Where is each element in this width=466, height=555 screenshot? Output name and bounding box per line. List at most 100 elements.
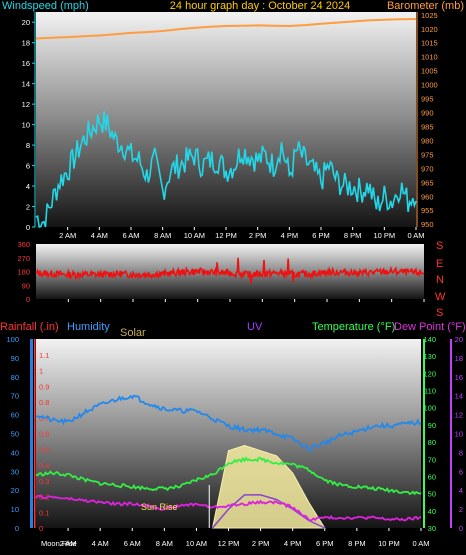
x-tick-label-bottom: 12 PM: [218, 539, 240, 548]
temperature-axis-bar: [423, 339, 425, 528]
rainfall-tick-label: 0.5: [39, 445, 49, 454]
weather-graph: Windspeed (mph) 24 hour graph day : Octo…: [0, 0, 466, 548]
wind-tick-label: 2: [26, 203, 30, 212]
barometer-tick-label: 990: [421, 109, 434, 118]
x-tick-label-top: 6 AM: [122, 231, 139, 240]
rainfall-tick-label: 0.3: [39, 477, 49, 486]
x-tick-label-top: 0 AM: [407, 231, 424, 240]
rainfall-tick-label: 1.1: [39, 351, 49, 360]
x-tick-label-bottom: 6 AM: [124, 539, 141, 548]
sun-rise-label: Sun Rise: [141, 502, 178, 512]
compass-w: W: [435, 291, 446, 303]
x-tick-label-bottom: 0 AM: [412, 539, 429, 548]
compass-n: N: [436, 274, 444, 286]
temperature-tick-label: 60: [428, 472, 436, 481]
x-tick-label-top: 10 AM: [184, 231, 205, 240]
temperature-tick-label: 130: [423, 352, 436, 361]
windspeed-label: Windspeed (mph): [2, 0, 89, 12]
barometer-tick-label: 965: [421, 178, 434, 187]
wind-tick-label: 10: [22, 121, 30, 130]
x-tick-label-top: 10 PM: [373, 231, 395, 240]
barometer-tick-label: 1025: [421, 11, 438, 20]
rainfall-tick-label: 0.8: [39, 398, 49, 407]
temperature-tick-label: 120: [423, 369, 436, 378]
rainfall-tick-label: 0.4: [39, 461, 49, 470]
barometer-tick-label: 960: [421, 192, 434, 201]
x-tick-label-top: 8 PM: [344, 231, 362, 240]
x-tick-label-top: 8 AM: [154, 231, 171, 240]
x-tick-label-bottom: 4 AM: [92, 539, 109, 548]
temperature-tick-label: 70: [428, 455, 436, 464]
wind-plot-area: [36, 12, 416, 227]
solar-label: Solar: [120, 327, 146, 339]
temperature-tick-label: 80: [428, 438, 436, 447]
rainfall-tick-label: 0.6: [39, 430, 49, 439]
uv-tick-label: 2: [459, 505, 463, 514]
humidity-tick-label: 60: [11, 411, 19, 420]
dewpoint-label: Dew Point (°F): [394, 321, 466, 333]
direction-tick-label: 180: [17, 268, 30, 277]
humidity-tick-label: 80: [11, 373, 19, 382]
x-tick-label-bottom: 8 PM: [348, 539, 366, 548]
temperature-tick-label: 40: [428, 507, 436, 516]
uv-tick-label: 10: [455, 430, 463, 439]
barometer-tick-label: 1010: [421, 53, 438, 62]
uv-tick-label: 18: [455, 354, 463, 363]
humidity-tick-label: 70: [11, 392, 19, 401]
x-tick-label-bottom: 10 AM: [186, 539, 207, 548]
barometer-tick-label: 985: [421, 122, 434, 131]
x-tick-label-bottom: 4 PM: [284, 539, 302, 548]
uv-tick-label: 12: [455, 411, 463, 420]
rainfall-axis-bar: [34, 339, 36, 528]
x-tick-label-bottom: 10 PM: [378, 539, 400, 548]
wind-tick-label: 20: [22, 18, 30, 27]
direction-tick-label: 270: [17, 254, 30, 263]
barometer-tick-label: 995: [421, 95, 434, 104]
uv-tick-label: 0: [459, 524, 463, 533]
direction-tick-label: 0: [26, 295, 30, 304]
temperature-tick-label: 110: [424, 387, 436, 396]
rainfall-tick-label: 0: [39, 524, 43, 533]
barometer-tick-label: 975: [421, 150, 434, 159]
barometer-tick-label: 970: [421, 164, 434, 173]
compass-s-top: S: [436, 240, 443, 252]
x-tick-label-bottom: 8 AM: [156, 539, 173, 548]
uv-tick-label: 14: [455, 392, 463, 401]
barometer-tick-label: 980: [421, 136, 434, 145]
humidity-tick-label: 100: [6, 335, 19, 344]
wind-tick-label: 8: [26, 141, 30, 150]
temperature-label: Temperature (°F): [312, 321, 395, 333]
uv-tick-label: 4: [459, 486, 463, 495]
temperature-tick-label: 30: [428, 524, 436, 533]
humidity-label: Humidity: [67, 321, 110, 333]
graph-title: 24 hour graph day : October 24 2024: [170, 0, 350, 12]
barometer-tick-label: 950: [421, 220, 434, 229]
x-tick-label-top: 12 PM: [215, 231, 237, 240]
temperature-tick-label: 140: [423, 335, 436, 344]
humidity-tick-label: 40: [11, 448, 19, 457]
uv-label: UV: [247, 321, 263, 333]
barometer-tick-label: 1005: [421, 67, 438, 76]
uv-axis-bar: [450, 339, 452, 528]
x-tick-label-top: 6 PM: [312, 231, 330, 240]
x-tick-label-top: 4 AM: [91, 231, 108, 240]
rainfall-tick-label: 1: [39, 367, 43, 376]
x-tick-label-bottom: 6 PM: [316, 539, 334, 548]
wind-tick-label: 6: [26, 162, 30, 171]
humidity-tick-label: 50: [11, 430, 19, 439]
barometer-tick-label: 955: [421, 206, 434, 215]
x-tick-label-top: 2 PM: [249, 231, 267, 240]
x-tick-label-top: 4 PM: [281, 231, 299, 240]
uv-tick-label: 16: [455, 373, 463, 382]
compass-e: E: [436, 258, 443, 270]
humidity-tick-label: 30: [11, 467, 19, 476]
barometer-tick-label: 1000: [421, 81, 438, 90]
wind-tick-label: 14: [22, 80, 30, 89]
wind-tick-label: 16: [22, 59, 30, 68]
moon-rise-label: Moon Rise: [41, 539, 77, 548]
humidity-tick-label: 20: [11, 486, 19, 495]
uv-tick-label: 6: [459, 467, 463, 476]
barometer-tick-label: 1020: [421, 25, 438, 34]
rainfall-label: Rainfall (.in): [0, 321, 59, 333]
x-tick-label-bottom: 2 PM: [252, 539, 270, 548]
